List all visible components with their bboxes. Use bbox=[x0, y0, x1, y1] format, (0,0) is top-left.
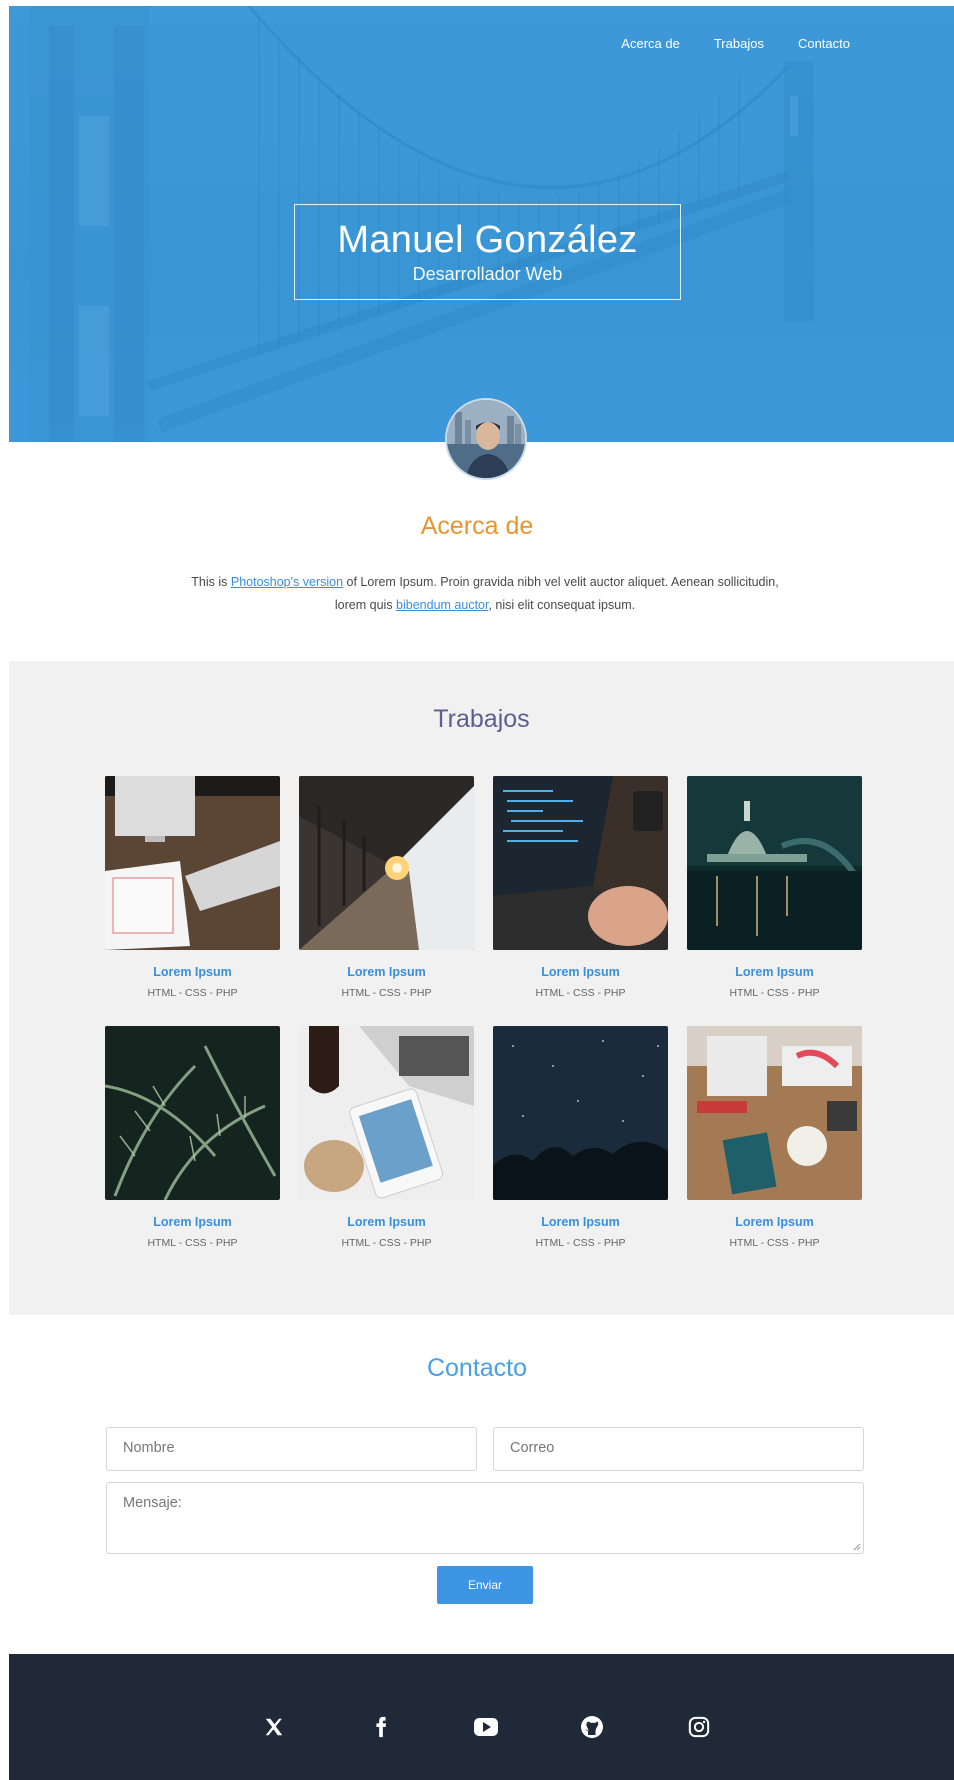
x-icon[interactable] bbox=[259, 1712, 289, 1742]
work-thumbnail-phone-laptop bbox=[299, 1026, 474, 1200]
work-title: Lorem Ipsum bbox=[735, 1215, 814, 1229]
work-tags: HTML - CSS - PHP bbox=[729, 987, 820, 999]
youtube-icon[interactable] bbox=[471, 1712, 501, 1742]
works-section: Trabajos Lorem Ipsum HTML - CSS - PHP Lo… bbox=[9, 661, 954, 1315]
facebook-icon[interactable] bbox=[366, 1712, 396, 1742]
work-card[interactable]: Lorem Ipsum HTML - CSS - PHP bbox=[299, 1026, 474, 1249]
work-card[interactable]: Lorem Ipsum HTML - CSS - PHP bbox=[299, 776, 474, 999]
work-title: Lorem Ipsum bbox=[541, 965, 620, 979]
avatar bbox=[445, 398, 527, 480]
work-title: Lorem Ipsum bbox=[153, 965, 232, 979]
name-field[interactable]: Nombre bbox=[106, 1427, 477, 1471]
hero-banner: Acerca de Trabajos Contacto Manuel Gonzá… bbox=[9, 6, 954, 442]
work-thumbnail-fern bbox=[104, 1026, 280, 1201]
work-thumbnail-station bbox=[299, 776, 474, 950]
instagram-icon[interactable] bbox=[684, 1712, 714, 1742]
work-tags: HTML - CSS - PHP bbox=[147, 987, 238, 999]
nav-link-works[interactable]: Trabajos bbox=[714, 36, 764, 51]
works-title: Trabajos bbox=[433, 705, 530, 733]
work-tags: HTML - CSS - PHP bbox=[341, 987, 432, 999]
work-thumbnail-night-sky bbox=[493, 1026, 668, 1200]
send-button[interactable]: Enviar bbox=[437, 1566, 533, 1604]
work-tags: HTML - CSS - PHP bbox=[535, 1237, 626, 1249]
resize-handle-icon[interactable] bbox=[853, 1543, 861, 1551]
work-card[interactable]: Lorem Ipsum HTML - CSS - PHP bbox=[687, 776, 865, 999]
github-icon[interactable] bbox=[577, 1712, 607, 1742]
work-title: Lorem Ipsum bbox=[541, 1215, 620, 1229]
about-text-part-1: This is bbox=[191, 575, 231, 589]
work-tags: HTML - CSS - PHP bbox=[729, 1237, 820, 1249]
work-thumbnail-design-desk bbox=[687, 1026, 862, 1200]
work-card[interactable]: Lorem Ipsum HTML - CSS - PHP bbox=[493, 1026, 668, 1249]
nav-link-contact[interactable]: Contacto bbox=[798, 36, 850, 51]
work-tags: HTML - CSS - PHP bbox=[535, 987, 626, 999]
work-title: Lorem Ipsum bbox=[347, 965, 426, 979]
work-tags: HTML - CSS - PHP bbox=[341, 1237, 432, 1249]
footer bbox=[9, 1654, 954, 1780]
work-card[interactable]: Lorem Ipsum HTML - CSS - PHP bbox=[105, 776, 280, 999]
hero-name: Manuel González bbox=[337, 219, 638, 261]
contact-title: Contacto bbox=[426, 1354, 528, 1382]
avatar-photo bbox=[447, 400, 525, 478]
hero-role: Desarrollador Web bbox=[412, 264, 563, 284]
work-card[interactable]: Lorem Ipsum HTML - CSS - PHP bbox=[687, 1026, 862, 1249]
work-tags: HTML - CSS - PHP bbox=[147, 1237, 238, 1249]
work-title: Lorem Ipsum bbox=[153, 1215, 232, 1229]
message-field[interactable]: Mensaje: bbox=[106, 1482, 864, 1554]
about-link-bibendum[interactable]: bibendum auctor bbox=[396, 598, 488, 612]
work-title: Lorem Ipsum bbox=[347, 1215, 426, 1229]
about-link-photoshop[interactable]: Photoshop's version bbox=[231, 575, 343, 589]
about-title: Acerca de bbox=[420, 512, 534, 540]
about-text: This is Photoshop's version of Lorem Ips… bbox=[190, 571, 780, 617]
work-thumbnail-desk-tablet bbox=[105, 776, 280, 950]
work-thumbnail-laptop-code bbox=[493, 776, 668, 950]
message-placeholder: Mensaje: bbox=[123, 1495, 182, 1511]
email-field[interactable]: Correo bbox=[493, 1427, 864, 1471]
work-title: Lorem Ipsum bbox=[735, 965, 814, 979]
hero-title-box: Manuel González Desarrollador Web bbox=[294, 204, 681, 300]
work-card[interactable]: Lorem Ipsum HTML - CSS - PHP bbox=[104, 1026, 280, 1249]
main-nav: Acerca de Trabajos Contacto bbox=[621, 36, 850, 51]
nav-link-about[interactable]: Acerca de bbox=[621, 36, 680, 51]
about-text-part-3: , nisi elit consequat ipsum. bbox=[488, 598, 636, 612]
work-thumbnail-city-night bbox=[687, 776, 865, 950]
work-card[interactable]: Lorem Ipsum HTML - CSS - PHP bbox=[493, 776, 668, 999]
